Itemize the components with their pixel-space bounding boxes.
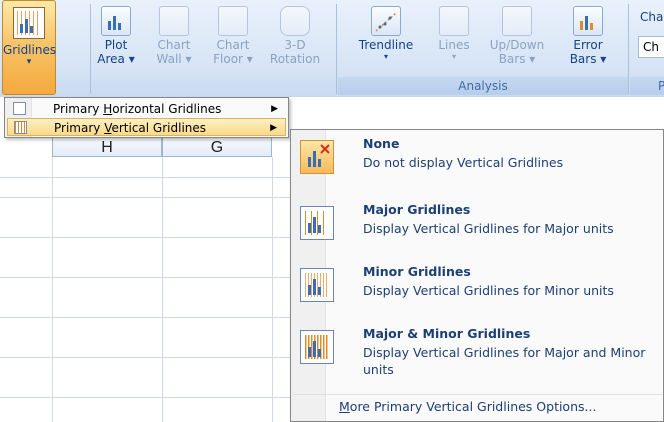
properties-group-label: P [630,77,664,95]
plot-area-label-2: Area ▾ [97,52,135,66]
chevron-right-icon: ▶ [270,123,277,133]
chevron-down-icon: ▾ [451,52,456,61]
gridlines-menu: Primary Horizontal Gridlines ▶ Primary V… [4,97,289,138]
up-down-bars-label-2: Bars ▾ [498,52,536,66]
trendline-icon [371,6,401,36]
menu-option-major-minor-gridlines[interactable]: Major & Minor Gridlines Display Vertical… [293,322,663,388]
grid-line [0,397,290,398]
major-minor-gridlines-icon [300,330,334,364]
option-title: None [363,136,400,151]
chart-wall-label-2: Wall ▾ [156,52,192,66]
chevron-right-icon: ▶ [271,104,278,114]
lines-icon [439,6,469,36]
grid-line [0,197,290,198]
separator [90,4,91,94]
separator [628,4,629,94]
column-header-h[interactable]: H [52,137,162,157]
grid-line [0,177,290,178]
analysis-group-label: Analysis [338,77,628,95]
horizontal-gridlines-icon [13,102,26,115]
column-header-g[interactable]: G [162,137,272,157]
option-title: Major Gridlines [363,202,471,217]
error-bars-button[interactable]: Error Bars ▾ [562,0,614,75]
chart-name-heading: Cha [640,10,664,24]
chart-wall-label: Chart [157,38,191,52]
more-options-label: More Primary Vertical Gridlines Options.… [339,399,597,414]
option-description: Display Vertical Gridlines for Minor uni… [363,283,614,298]
menu-item-label: Primary Horizontal Gridlines [53,102,222,116]
minor-gridlines-icon [300,268,334,302]
3d-rotation-label: 3-D [284,38,306,52]
chart-floor-button[interactable]: Chart Floor ▾ [210,0,256,75]
grid-line [0,357,290,358]
menu-item-primary-horizontal-gridlines[interactable]: Primary Horizontal Gridlines ▶ [7,100,286,118]
gridlines-icon [13,7,45,39]
separator [336,4,337,94]
menu-item-label: Primary Vertical Gridlines [54,121,207,135]
plot-area-icon [101,6,131,36]
up-down-bars-button[interactable]: Up/Down Bars ▾ [486,0,548,75]
trendline-label: Trendline [358,38,414,52]
grid-line [0,277,290,278]
ribbon: Gridlines ▾ Plot Area ▾ Chart Wall ▾ Cha… [0,0,664,98]
trendline-button[interactable]: Trendline ▾ [350,0,422,75]
chevron-down-icon: ▾ [383,52,388,61]
gridlines-button[interactable]: Gridlines ▾ [2,0,56,95]
option-description: Display Vertical Gridlines for Major uni… [363,221,614,236]
menu-option-none[interactable]: None Do not display Vertical Gridlines [293,132,663,190]
chart-floor-icon [218,6,248,36]
chart-floor-label-2: Floor ▾ [213,52,253,66]
chart-name-input[interactable]: Ch [638,36,664,58]
menu-item-primary-vertical-gridlines[interactable]: Primary Vertical Gridlines ▶ [7,118,286,136]
3d-rotation-button[interactable]: 3-D Rotation [266,0,324,75]
more-options-item[interactable]: More Primary Vertical Gridlines Options.… [293,394,663,419]
3d-rotation-icon [280,6,310,36]
chart-wall-icon [159,6,189,36]
menu-option-minor-gridlines[interactable]: Minor Gridlines Display Vertical Gridlin… [293,260,663,318]
error-bars-icon [573,6,603,36]
grid-line [0,317,290,318]
major-gridlines-icon [300,206,334,240]
3d-rotation-label-2: Rotation [269,52,321,66]
vertical-gridlines-menu: None Do not display Vertical Gridlines M… [290,129,664,422]
grid-line [0,237,290,238]
error-bars-label: Error [573,38,603,52]
plot-area-label: Plot [104,38,128,52]
gridlines-label: Gridlines [3,43,57,57]
plot-area-button[interactable]: Plot Area ▾ [94,0,138,75]
option-description: Do not display Vertical Gridlines [363,155,564,170]
chart-floor-label: Chart [216,38,250,52]
chart-wall-button[interactable]: Chart Wall ▾ [152,0,196,75]
up-down-bars-icon [502,6,532,36]
option-title: Minor Gridlines [363,264,471,279]
option-description: Display Vertical Gridlines for Major and… [363,345,646,377]
vertical-gridlines-icon [14,121,27,134]
menu-option-major-gridlines[interactable]: Major Gridlines Display Vertical Gridlin… [293,198,663,256]
up-down-bars-label: Up/Down [489,38,545,52]
option-title: Major & Minor Gridlines [363,326,531,341]
lines-button[interactable]: Lines ▾ [432,0,476,75]
error-bars-label-2: Bars ▾ [569,52,607,66]
no-gridlines-icon [300,140,334,174]
chevron-down-icon: ▾ [26,57,32,67]
lines-label: Lines [438,38,470,52]
